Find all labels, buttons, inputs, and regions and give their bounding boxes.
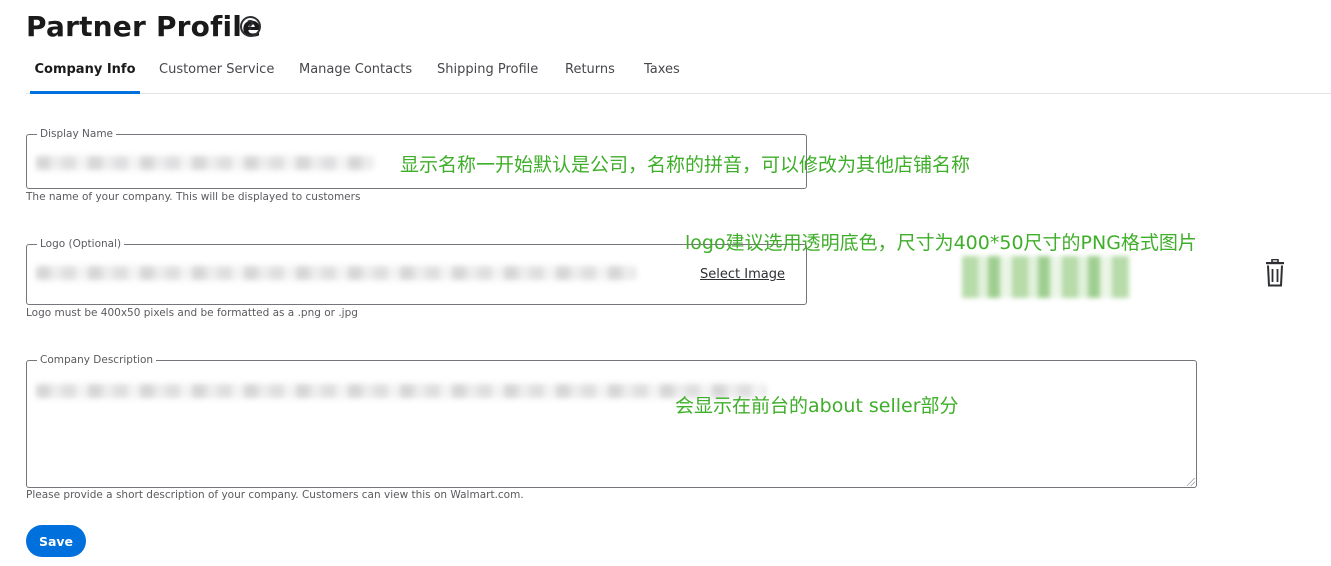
page-title: Partner Profile <box>26 10 262 43</box>
tab-taxes[interactable]: Taxes <box>644 56 680 94</box>
logo-label: Logo (Optional) <box>37 237 125 251</box>
company-description-label: Company Description <box>37 353 157 367</box>
tab-manage-contacts[interactable]: Manage Contacts <box>299 56 412 94</box>
tab-returns[interactable]: Returns <box>565 56 615 94</box>
company-description-field[interactable]: Company Description <box>26 353 1197 488</box>
tab-customer-service[interactable]: Customer Service <box>159 56 274 94</box>
company-description-helper: Please provide a short description of yo… <box>26 489 524 501</box>
tab-bar: Company Info Customer Service Manage Con… <box>26 56 1331 94</box>
logo-helper: Logo must be 400x50 pixels and be format… <box>26 307 358 319</box>
display-name-label: Display Name <box>37 127 117 141</box>
logo-annotation: logo建议选用透明底色，尺寸为400*50尺寸的PNG格式图片 <box>685 232 1197 254</box>
company-description-annotation: 会显示在前台的about seller部分 <box>675 395 959 417</box>
tab-shipping-profile[interactable]: Shipping Profile <box>437 56 538 94</box>
select-image-link[interactable]: Select Image <box>700 267 785 282</box>
resize-handle[interactable] <box>1187 478 1195 486</box>
logo-preview-image <box>962 256 1130 298</box>
display-name-helper: The name of your company. This will be d… <box>26 191 361 203</box>
save-button[interactable]: Save <box>26 525 86 557</box>
company-description-value-redacted <box>36 384 766 398</box>
display-name-value-redacted <box>36 156 374 170</box>
help-circle-icon[interactable]: ? <box>240 16 261 37</box>
logo-filename-redacted <box>36 266 636 280</box>
trash-icon[interactable] <box>1264 259 1286 287</box>
tab-company-info[interactable]: Company Info <box>30 56 140 94</box>
display-name-annotation: 显示名称一开始默认是公司，名称的拼音，可以修改为其他店铺名称 <box>400 154 971 176</box>
